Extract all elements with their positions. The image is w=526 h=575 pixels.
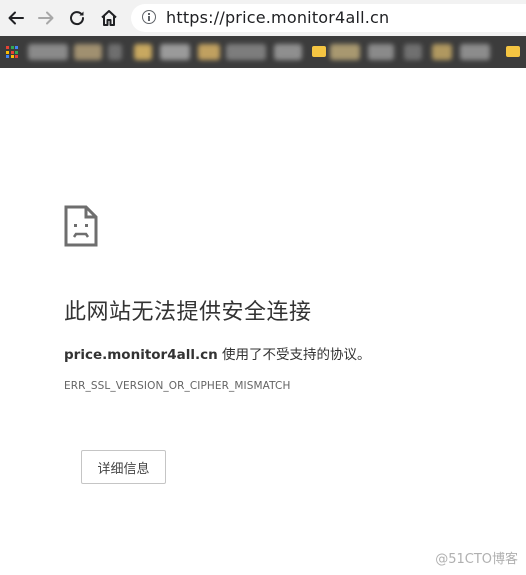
bookmark-item[interactable] (226, 44, 266, 60)
bookmark-item[interactable] (460, 44, 490, 60)
bookmark-item[interactable] (198, 44, 220, 60)
error-code: ERR_SSL_VERSION_OR_CIPHER_MISMATCH (64, 380, 291, 392)
reload-icon[interactable] (65, 6, 89, 30)
info-icon[interactable] (142, 10, 156, 24)
bookmark-item[interactable] (28, 44, 68, 60)
bookmark-item[interactable] (432, 44, 452, 60)
watermark: @51CTO博客 (435, 552, 518, 567)
sad-document-icon (64, 205, 98, 251)
bookmark-item[interactable] (108, 44, 122, 60)
browser-toolbar: https://price.monitor4all.cn (0, 0, 526, 36)
back-arrow-icon[interactable] (4, 6, 28, 30)
bookmark-item[interactable] (274, 44, 302, 60)
bookmarks-bar (0, 36, 526, 68)
details-button[interactable]: 详细信息 (81, 450, 166, 484)
address-bar[interactable]: https://price.monitor4all.cn (131, 4, 526, 32)
bookmark-item[interactable] (330, 44, 360, 60)
bookmark-item[interactable] (368, 44, 394, 60)
bookmark-item[interactable] (134, 44, 152, 60)
home-icon[interactable] (97, 6, 121, 30)
url-text[interactable]: https://price.monitor4all.cn (166, 8, 389, 27)
apps-grid-icon[interactable] (6, 46, 18, 58)
error-message: price.monitor4all.cn 使用了不受支持的协议。 (64, 343, 371, 363)
folder-icon[interactable] (312, 46, 326, 57)
bookmark-item[interactable] (404, 44, 422, 60)
error-message-suffix: 使用了不受支持的协议。 (217, 347, 371, 363)
error-title: 此网站无法提供安全连接 (64, 300, 312, 325)
error-host: price.monitor4all.cn (64, 347, 218, 363)
bookmark-item[interactable] (160, 44, 190, 60)
forward-arrow-icon[interactable] (34, 6, 58, 30)
folder-icon[interactable] (506, 46, 520, 57)
bookmark-item[interactable] (74, 44, 102, 60)
